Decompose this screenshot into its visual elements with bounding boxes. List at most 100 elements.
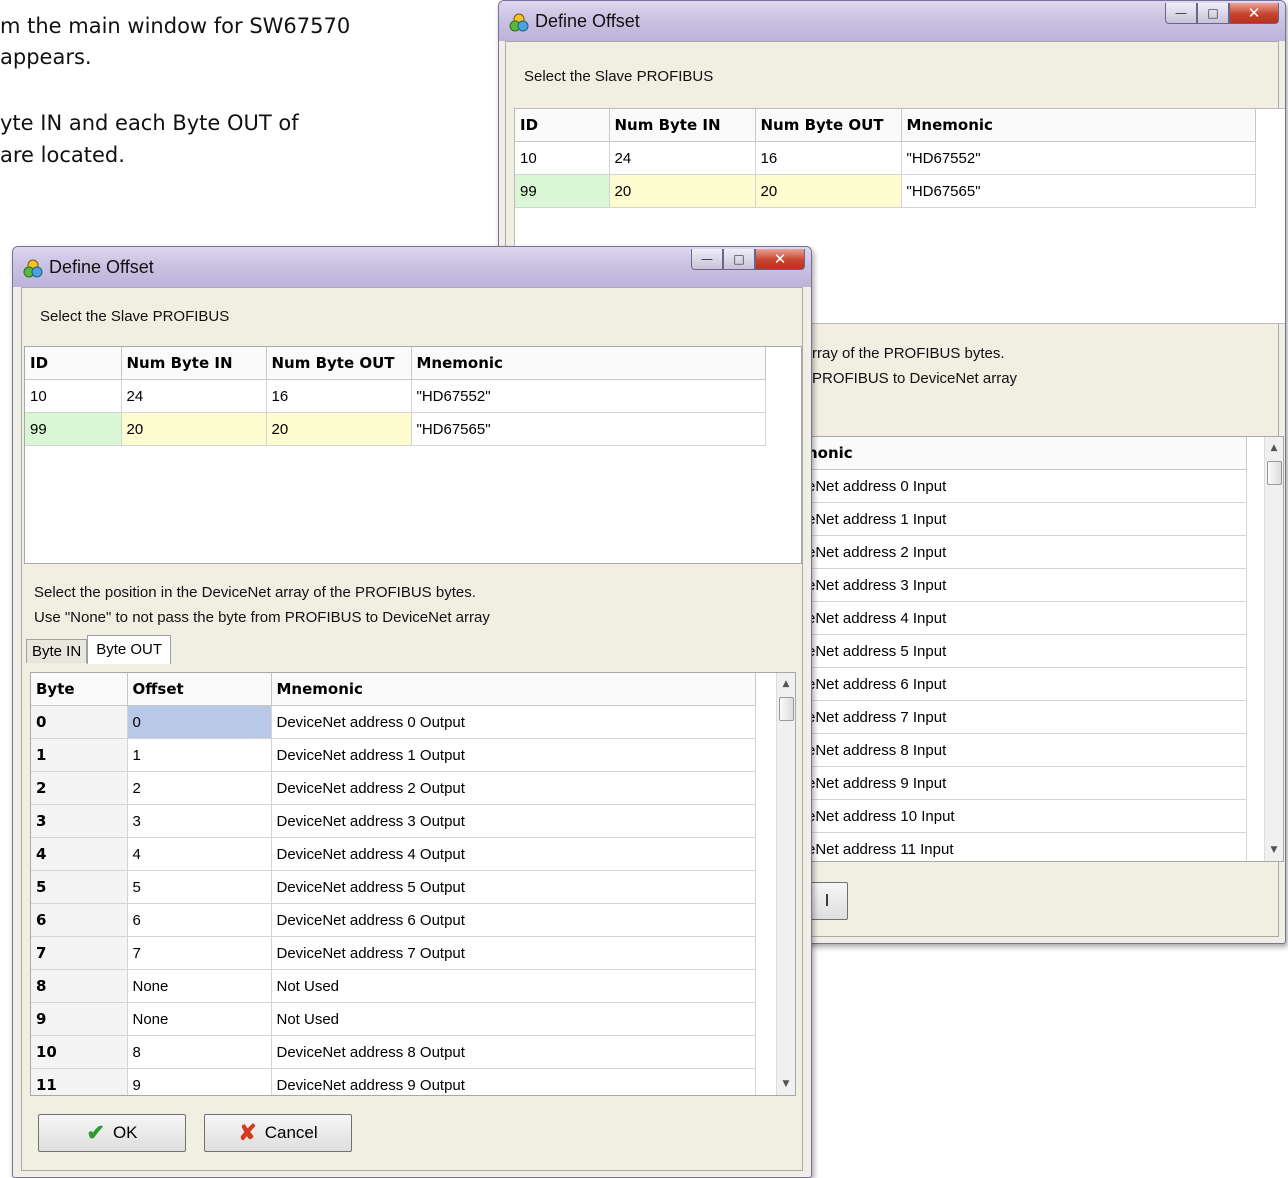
front-client-area: Select the Slave PROFIBUS ID Num Byte IN… [21, 287, 803, 1171]
cell-byte: 2 [31, 771, 128, 805]
table-row[interactable]: eNet address 9 Input [807, 766, 1247, 800]
table-row[interactable]: 99 20 20 "HD67565" [515, 174, 1256, 208]
maximize-icon: □ [733, 252, 745, 266]
scroll-thumb[interactable] [1267, 461, 1282, 485]
scroll-up-icon[interactable]: ▲ [777, 675, 795, 693]
cell-byte: 10 [31, 1035, 128, 1069]
table-row[interactable]: eNet address 4 Input [807, 601, 1247, 635]
front-close-button[interactable]: ✕ [755, 249, 805, 270]
cell-offset[interactable]: 5 [127, 870, 272, 904]
col-header-mnemonic[interactable]: Mnemonic [411, 347, 766, 380]
col-header-num-byte-out[interactable]: Num Byte OUT [755, 109, 902, 142]
cell-byte: 6 [31, 903, 128, 937]
table-row[interactable]: 10 8 DeviceNet address 8 Output [31, 1035, 756, 1069]
table-row[interactable]: eNet address 3 Input [807, 568, 1247, 602]
tab-byte-out[interactable]: Byte OUT [87, 635, 172, 664]
table-row[interactable]: 9 None Not Used [31, 1002, 756, 1036]
cell-offset[interactable]: 0 [127, 705, 272, 739]
table-row[interactable]: 3 3 DeviceNet address 3 Output [31, 804, 756, 838]
table-row[interactable]: eNet address 6 Input [807, 667, 1247, 701]
table-row[interactable]: eNet address 2 Input [807, 535, 1247, 569]
cell-num-byte-out: 16 [266, 379, 412, 413]
back-minimize-button[interactable]: — [1165, 3, 1197, 24]
table-row[interactable]: 10 24 16 "HD67552" [25, 379, 766, 413]
front-grid-scrollbar[interactable]: ▲ ▼ [776, 673, 795, 1095]
col-header-mnemonic[interactable]: Mnemonic [901, 109, 1256, 142]
cell-offset[interactable]: 4 [127, 837, 272, 871]
col-header-num-byte-out[interactable]: Num Byte OUT [266, 347, 412, 380]
front-maximize-button[interactable]: □ [723, 249, 755, 270]
table-row[interactable]: 10 24 16 "HD67552" [515, 141, 1256, 175]
table-row[interactable]: 1 1 DeviceNet address 1 Output [31, 738, 756, 772]
col-header-offset[interactable]: Offset [127, 673, 272, 706]
table-row[interactable]: 0 0 DeviceNet address 0 Output [31, 705, 756, 739]
col-header-num-byte-in[interactable]: Num Byte IN [121, 347, 267, 380]
back-cancel-button[interactable]: l [806, 882, 848, 920]
col-header-mnemonic[interactable]: Mnemonic [271, 673, 756, 706]
cell-mnemonic: eNet address 8 Input [807, 733, 1247, 767]
table-row[interactable]: 2 2 DeviceNet address 2 Output [31, 771, 756, 805]
cell-offset[interactable]: 2 [127, 771, 272, 805]
back-maximize-button[interactable]: □ [1197, 3, 1229, 24]
front-slave-table: ID Num Byte IN Num Byte OUT Mnemonic 10 … [25, 347, 766, 446]
scroll-down-icon[interactable]: ▼ [777, 1075, 795, 1093]
back-grid-scrollbar[interactable]: ▲ ▼ [1264, 437, 1283, 861]
cell-mnemonic: eNet address 2 Input [807, 535, 1247, 569]
cell-offset[interactable]: 8 [127, 1035, 272, 1069]
cell-offset[interactable]: 1 [127, 738, 272, 772]
table-row[interactable]: eNet address 7 Input [807, 700, 1247, 734]
back-select-slave-label: Select the Slave PROFIBUS [524, 68, 714, 85]
cell-mnemonic: eNet address 3 Input [807, 568, 1247, 602]
tab-byte-in[interactable]: Byte IN [26, 639, 88, 663]
table-row[interactable]: 4 4 DeviceNet address 4 Output [31, 837, 756, 871]
table-row[interactable]: 8 None Not Used [31, 969, 756, 1003]
cell-offset[interactable]: 6 [127, 903, 272, 937]
table-row[interactable]: eNet address 0 Input [807, 469, 1247, 503]
table-row[interactable]: 6 6 DeviceNet address 6 Output [31, 903, 756, 937]
back-close-button[interactable]: ✕ [1229, 3, 1279, 24]
cell-offset[interactable]: 3 [127, 804, 272, 838]
table-row[interactable]: 5 5 DeviceNet address 5 Output [31, 870, 756, 904]
cell-id: 10 [25, 379, 122, 413]
col-header-mnemonic[interactable]: nonic [807, 437, 1247, 470]
back-position-line-2: PROFIBUS to DeviceNet array [812, 370, 1018, 387]
front-title-bar[interactable]: Define Offset — □ ✕ [13, 247, 811, 287]
cell-offset[interactable]: 9 [127, 1068, 272, 1095]
table-row[interactable]: eNet address 11 Input [807, 832, 1247, 861]
checkmark-icon: ✔ [86, 1120, 105, 1145]
back-byte-grid: nonic eNet address 0 Input eNet address … [807, 437, 1247, 861]
cell-mnemonic: DeviceNet address 9 Output [271, 1068, 756, 1095]
cell-mnemonic: eNet address 9 Input [807, 766, 1247, 800]
cell-num-byte-out: 20 [266, 412, 412, 446]
cell-byte: 7 [31, 936, 128, 970]
back-title-bar[interactable]: Define Offset — □ ✕ [499, 1, 1285, 41]
ok-button[interactable]: ✔ OK [38, 1114, 186, 1152]
cell-offset[interactable]: None [127, 1002, 272, 1036]
scroll-up-icon[interactable]: ▲ [1265, 439, 1283, 457]
cancel-button[interactable]: ✘ Cancel [204, 1114, 352, 1152]
table-row[interactable]: eNet address 8 Input [807, 733, 1247, 767]
col-header-id[interactable]: ID [515, 109, 610, 142]
col-header-num-byte-in[interactable]: Num Byte IN [609, 109, 756, 142]
col-header-id[interactable]: ID [25, 347, 122, 380]
cell-offset[interactable]: None [127, 969, 272, 1003]
scroll-down-icon[interactable]: ▼ [1265, 841, 1283, 859]
scroll-thumb[interactable] [779, 697, 794, 721]
front-minimize-button[interactable]: — [691, 249, 723, 270]
cell-byte: 5 [31, 870, 128, 904]
cell-byte: 4 [31, 837, 128, 871]
cell-mnemonic: "HD67565" [411, 412, 766, 446]
cell-mnemonic: DeviceNet address 7 Output [271, 936, 756, 970]
cell-byte: 0 [31, 705, 128, 739]
table-row[interactable]: eNet address 10 Input [807, 799, 1247, 833]
back-slave-table: ID Num Byte IN Num Byte OUT Mnemonic 10 … [515, 109, 1256, 208]
table-row[interactable]: eNet address 1 Input [807, 502, 1247, 536]
table-row[interactable]: 7 7 DeviceNet address 7 Output [31, 936, 756, 970]
table-row[interactable]: 11 9 DeviceNet address 9 Output [31, 1068, 756, 1095]
doc-line-3: yte IN and each Byte OUT of [0, 111, 299, 135]
cell-mnemonic: DeviceNet address 1 Output [271, 738, 756, 772]
table-row[interactable]: 99 20 20 "HD67565" [25, 412, 766, 446]
cell-offset[interactable]: 7 [127, 936, 272, 970]
col-header-byte[interactable]: Byte [31, 673, 128, 706]
table-row[interactable]: eNet address 5 Input [807, 634, 1247, 668]
